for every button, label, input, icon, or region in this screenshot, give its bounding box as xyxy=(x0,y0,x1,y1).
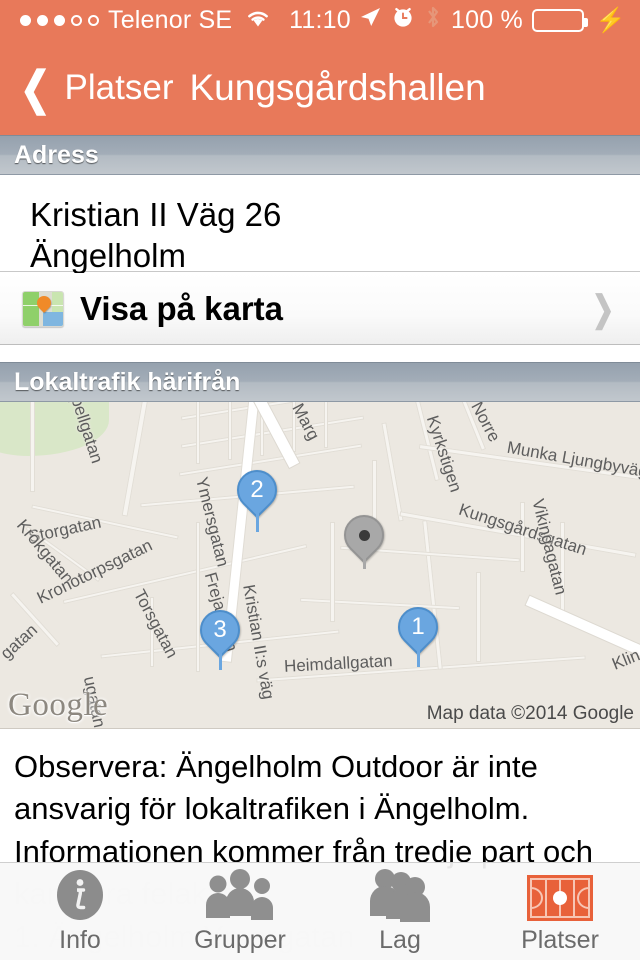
disclaimer-line-1: Observera: Ängelholm Outdoor är inte xyxy=(14,749,538,784)
section-header-transit: Lokaltrafik härifrån xyxy=(0,362,640,402)
location-arrow-icon xyxy=(358,5,382,36)
bluetooth-icon xyxy=(424,4,442,37)
people-group-icon xyxy=(202,868,278,922)
map-icon xyxy=(22,290,64,327)
map-attribution: Map data ©2014 Google xyxy=(426,703,634,724)
team-icon xyxy=(365,868,435,922)
chevron-right-icon: ❯ xyxy=(591,287,615,329)
street-label: Munka Ljungbyväg xyxy=(505,437,640,482)
map-marker-1-tail xyxy=(417,643,420,667)
chevron-left-icon[interactable]: ❮ xyxy=(20,65,51,111)
google-watermark: Google xyxy=(8,687,109,723)
tab-platser[interactable]: Platser xyxy=(480,863,640,960)
section-header-address-label: Adress xyxy=(14,140,99,169)
tab-bar: Info Grupper Lag Platser xyxy=(0,862,640,960)
tab-info[interactable]: Info xyxy=(0,863,160,960)
show-on-map-row[interactable]: Visa på karta ❯ xyxy=(0,273,640,345)
alarm-clock-icon xyxy=(391,5,415,36)
tab-platser-label: Platser xyxy=(521,926,599,954)
sports-field-icon xyxy=(526,868,594,922)
address-cell[interactable]: Kristian II Väg 26 Ängelholm xyxy=(0,176,640,274)
map-marker-label: 2 xyxy=(250,476,264,503)
show-on-map-label: Visa på karta xyxy=(80,289,284,327)
address-street: Kristian II Väg 26 xyxy=(30,196,282,233)
tab-grupper[interactable]: Grupper xyxy=(160,863,320,960)
transit-map[interactable]: pellgatan Storgatan Krokgatan Kronotorps… xyxy=(0,402,640,729)
map-marker-dot xyxy=(346,517,382,553)
street-label: gatan xyxy=(0,620,42,663)
map-marker-3-tail xyxy=(219,646,222,670)
tab-grupper-label: Grupper xyxy=(194,926,286,954)
map-marker-2-tail xyxy=(256,506,259,532)
section-header-address: Adress xyxy=(0,135,640,175)
disclaimer-line-2: ansvarig för lokaltrafiken i Ängelholm. xyxy=(14,791,530,827)
status-bar: Telenor SE 11:10 100 % ⚡ xyxy=(0,0,640,40)
navigation-bar: ❮ Platser Kungsgårdshallen xyxy=(0,40,640,135)
status-bar-right: 100 % ⚡ xyxy=(358,4,626,37)
info-circle-icon xyxy=(53,868,107,922)
street-label: Klin xyxy=(609,645,640,674)
tab-lag-label: Lag xyxy=(379,926,421,954)
map-marker-current-location-tail xyxy=(363,551,366,569)
address-city: Ängelholm xyxy=(30,237,186,275)
section-header-transit-label: Lokaltrafik härifrån xyxy=(14,367,241,396)
tab-info-label: Info xyxy=(59,926,101,954)
map-marker-label: 1 xyxy=(411,613,425,640)
map-marker-label: 3 xyxy=(213,616,227,643)
back-button-label[interactable]: Platser xyxy=(65,68,174,108)
battery-full-icon xyxy=(531,8,588,32)
tab-lag[interactable]: Lag xyxy=(320,863,480,960)
app-screen: Telenor SE 11:10 100 % ⚡ ❮ Platser Kungs… xyxy=(0,0,640,960)
lightning-bolt-icon: ⚡ xyxy=(595,6,626,34)
battery-percent-label: 100 % xyxy=(451,5,523,34)
page-title: Kungsgårdshallen xyxy=(189,66,486,108)
